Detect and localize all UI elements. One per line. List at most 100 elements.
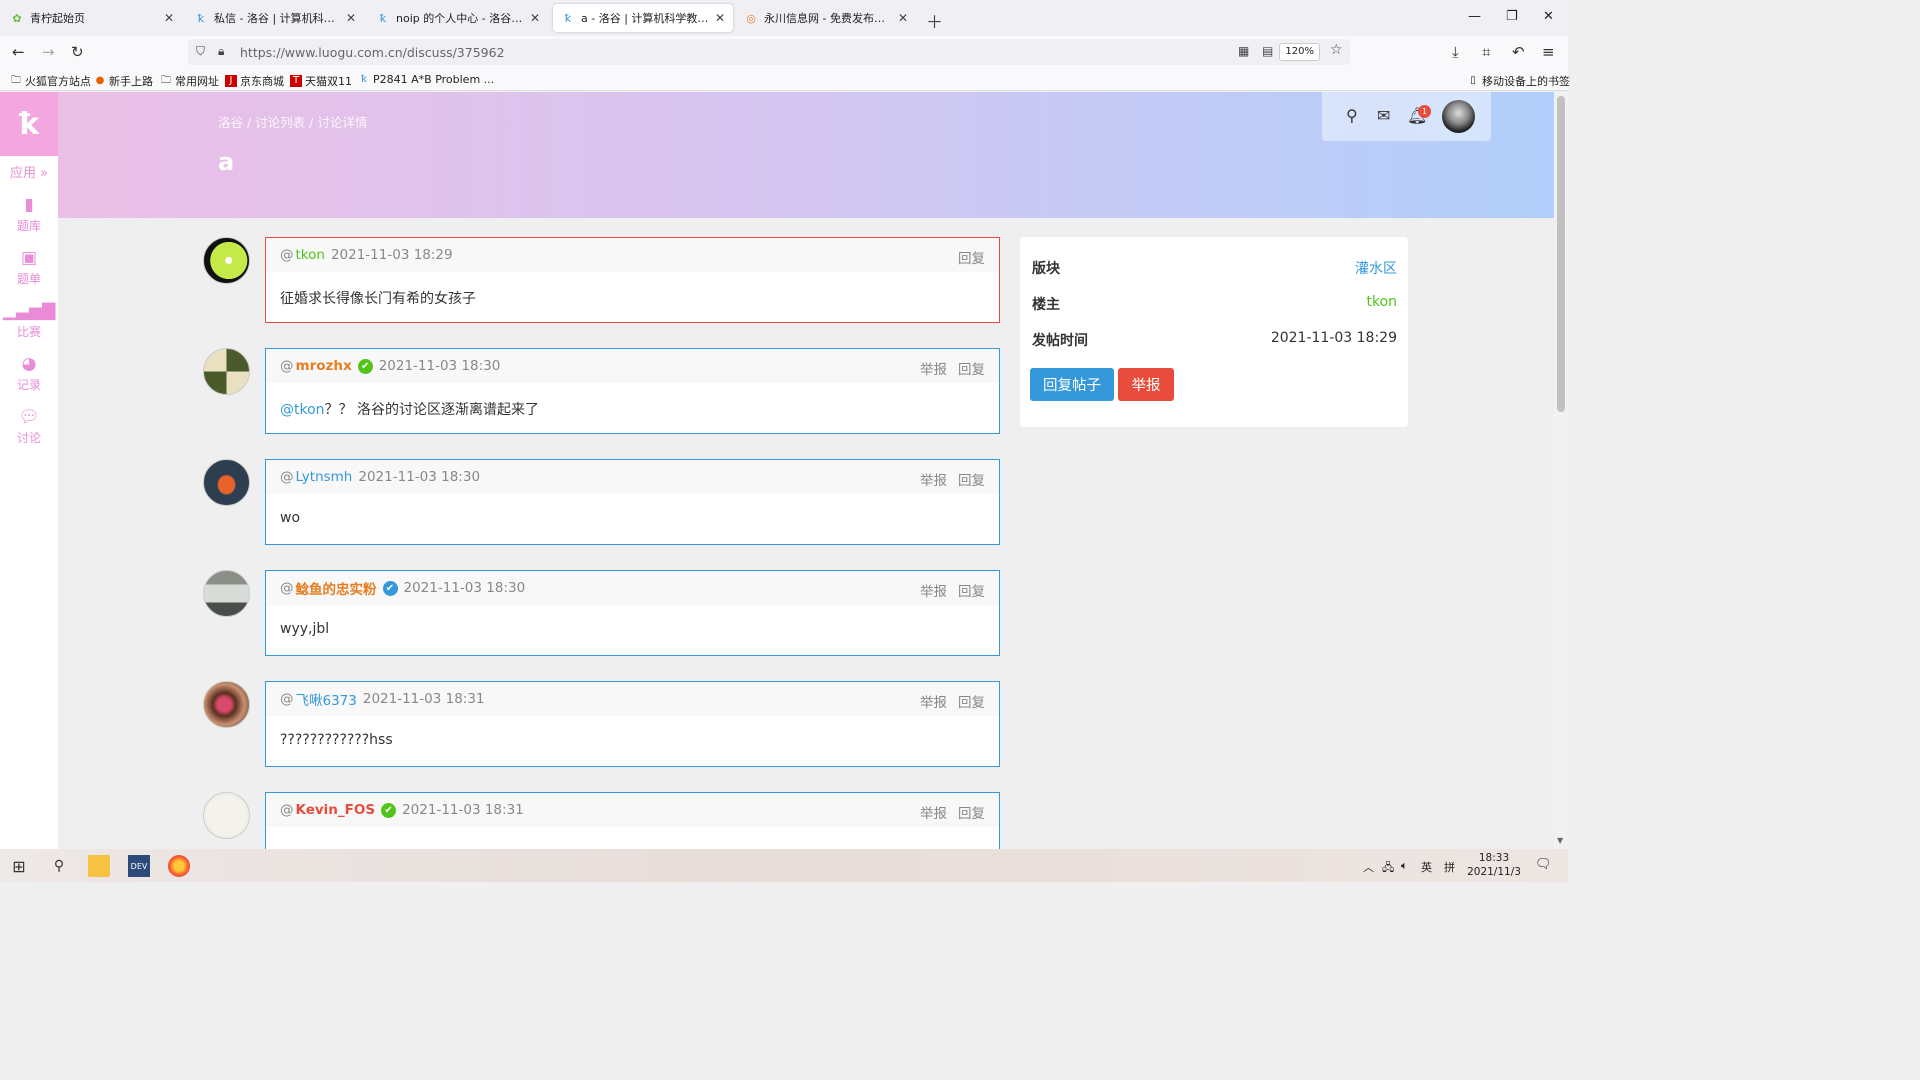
browser-tab-bar: ✿ 青柠起始页 ✕ ꝁ 私信 - 洛谷 | 计算机科学教育新生态 ✕ ꝁ noi… — [0, 0, 1568, 36]
sidebar-item-records[interactable]: ◕ 记录 — [0, 354, 58, 393]
reply-username[interactable]: 鲶鱼的忠实粉 — [296, 578, 377, 598]
info-owner-row: 楼主 tkon — [1032, 294, 1397, 314]
info-forum-row: 版块 灌水区 — [1032, 258, 1397, 278]
reply-button[interactable]: 回复 — [958, 358, 985, 378]
browser-tab[interactable]: ◎ 永川信息网 - 免费发布房产、招聘 ✕ — [736, 4, 916, 32]
breadcrumb[interactable]: 洛谷 / 讨论列表 / 讨论详情 — [218, 112, 367, 131]
forward-icon[interactable]: → — [42, 43, 55, 61]
forum-link[interactable]: 灌水区 — [1355, 258, 1397, 278]
menu-icon[interactable]: ≡ — [1542, 43, 1555, 61]
avatar[interactable] — [203, 237, 250, 284]
reply-item: @ Kevin_FOS ✔ 2021-11-03 18:31 举报 回复 — [203, 792, 1003, 849]
user-mention[interactable]: @tkon — [280, 402, 325, 418]
reply-post-button[interactable]: 回复帖子 — [1030, 368, 1114, 401]
undo-icon[interactable]: ↶ — [1512, 43, 1525, 61]
close-tab-icon[interactable]: ✕ — [898, 11, 908, 25]
luogu-logo[interactable]: ꝁ — [0, 92, 58, 156]
reply-button[interactable]: 回复 — [958, 247, 985, 267]
reader-view-icon[interactable]: ▤ — [1262, 44, 1273, 58]
browser-tab-active[interactable]: ꝁ a - 洛谷 | 计算机科学教育新生态 ✕ — [553, 4, 733, 32]
reply-username[interactable]: Kevin_FOS — [296, 802, 376, 818]
avatar[interactable] — [203, 681, 250, 728]
shield-icon[interactable]: ⛉ — [196, 44, 205, 59]
lock-icon[interactable]: 🔒︎ — [218, 44, 224, 59]
mobile-bookmarks[interactable]: ▯ 移动设备上的书签 — [1467, 73, 1570, 89]
volume-icon[interactable]: 🔈︎ — [1401, 859, 1408, 873]
taskbar-clock[interactable]: 18:33 2021/11/3 — [1462, 851, 1526, 879]
close-tab-icon[interactable]: ✕ — [715, 11, 725, 25]
avatar[interactable] — [203, 570, 250, 617]
verified-check-icon: ✔ — [381, 802, 397, 818]
bookmark-item[interactable]: 🗀 常用网址 — [160, 73, 219, 89]
sidebar: ꝁ 应用 » ▮ 题库 ▣ 题单 ▁▃▅▇ 比赛 ◕ 记录 💬︎ 讨论 — [0, 92, 58, 849]
bookmark-item[interactable]: 🗀 火狐官方站点 — [10, 73, 91, 89]
search-icon[interactable]: ⚲ — [48, 855, 70, 877]
reply-card: @ 飞啾6373 2021-11-03 18:31 举报 回复 ????????… — [265, 681, 1000, 767]
close-window-icon[interactable]: ✕ — [1543, 9, 1554, 24]
file-explorer-icon[interactable] — [88, 855, 110, 877]
reload-icon[interactable]: ↻ — [71, 43, 84, 61]
browser-tab[interactable]: ꝁ 私信 - 洛谷 | 计算机科学教育新生态 ✕ — [186, 4, 364, 32]
bookmark-star-icon[interactable]: ☆ — [1330, 42, 1343, 58]
report-link[interactable]: 举报 — [920, 469, 947, 489]
report-link[interactable]: 举报 — [920, 802, 947, 822]
report-link[interactable]: 举报 — [920, 691, 947, 711]
ime-mode[interactable]: 拼 — [1444, 859, 1455, 875]
restore-icon[interactable]: ❐ — [1506, 9, 1518, 24]
tray-expand-icon[interactable]: ︿ — [1363, 859, 1374, 875]
sidebar-item-discuss[interactable]: 💬︎ 讨论 — [0, 407, 58, 446]
dev-cpp-icon[interactable]: DEV — [128, 855, 150, 877]
browser-tab[interactable]: ✿ 青柠起始页 ✕ — [2, 4, 182, 32]
verified-check-icon: ✔ — [357, 358, 373, 374]
avatar[interactable] — [203, 792, 250, 839]
browser-tab[interactable]: ꝁ noip 的个人中心 - 洛谷 | 计算机科学教育新生态 ✕ — [368, 4, 548, 32]
sidebar-item-problems[interactable]: ▮ 题库 — [0, 195, 58, 234]
bookmark-item[interactable]: T 天猫双11 — [290, 73, 352, 89]
close-tab-icon[interactable]: ✕ — [346, 11, 356, 25]
mail-icon[interactable]: ✉ — [1377, 106, 1390, 125]
sidebar-item-contests[interactable]: ▁▃▅▇ 比赛 — [0, 301, 58, 340]
avatar[interactable] — [203, 348, 250, 395]
reply-username[interactable]: 飞啾6373 — [296, 689, 357, 709]
minimize-icon[interactable]: — — [1468, 9, 1481, 24]
reply-button[interactable]: 回复 — [958, 802, 985, 822]
report-post-button[interactable]: 举报 — [1118, 368, 1174, 401]
zoom-level[interactable]: 120% — [1279, 43, 1320, 61]
search-icon[interactable]: ⚲ — [1346, 106, 1358, 125]
bookmark-item[interactable]: ● 新手上路 — [94, 73, 153, 89]
apps-toggle[interactable]: 应用 » — [0, 162, 58, 181]
reply-button[interactable]: 回复 — [958, 469, 985, 489]
page-scrollbar[interactable]: ▼ — [1554, 92, 1568, 849]
reply-username[interactable]: mrozhx — [296, 358, 352, 374]
back-icon[interactable]: ← — [12, 43, 25, 61]
firefox-icon[interactable] — [168, 855, 190, 877]
clipboard-icon: ▣ — [20, 248, 38, 268]
url-text[interactable]: https://www.luogu.com.cn/discuss/375962 — [240, 45, 505, 60]
network-icon[interactable]: 🖧︎ — [1382, 859, 1394, 878]
reply-username[interactable]: tkon — [296, 247, 325, 263]
new-tab-icon[interactable]: ＋ — [926, 8, 943, 33]
screenshot-icon[interactable]: ⌗ — [1482, 43, 1490, 61]
reply-header: @ Kevin_FOS ✔ 2021-11-03 18:31 举报 回复 — [266, 793, 999, 827]
reply-username[interactable]: Lytnsmh — [296, 469, 353, 485]
download-icon[interactable]: ⤓ — [1452, 43, 1459, 61]
scroll-down-icon[interactable]: ▼ — [1557, 836, 1563, 845]
report-link[interactable]: 举报 — [920, 580, 947, 600]
address-bar[interactable]: ⛉ 🔒︎ https://www.luogu.com.cn/discuss/37… — [188, 39, 1350, 65]
notification-center-icon[interactable]: 🗨︎ — [1535, 857, 1552, 872]
reply-button[interactable]: 回复 — [958, 691, 985, 711]
bookmark-item[interactable]: J 京东商城 — [225, 73, 284, 89]
close-tab-icon[interactable]: ✕ — [530, 11, 540, 25]
windows-start-icon[interactable]: ⊞ — [8, 855, 30, 877]
owner-link[interactable]: tkon — [1366, 294, 1397, 310]
qr-code-icon[interactable]: ▦ — [1238, 44, 1249, 58]
avatar[interactable] — [1442, 100, 1475, 133]
scrollbar-thumb[interactable] — [1557, 96, 1565, 412]
avatar[interactable] — [203, 459, 250, 506]
reply-button[interactable]: 回复 — [958, 580, 985, 600]
close-tab-icon[interactable]: ✕ — [164, 11, 174, 25]
bookmark-item[interactable]: ꝁ P2841 A*B Problem ... — [358, 73, 494, 86]
ime-language[interactable]: 英 — [1421, 859, 1432, 875]
report-link[interactable]: 举报 — [920, 358, 947, 378]
sidebar-item-problem-lists[interactable]: ▣ 题单 — [0, 248, 58, 287]
